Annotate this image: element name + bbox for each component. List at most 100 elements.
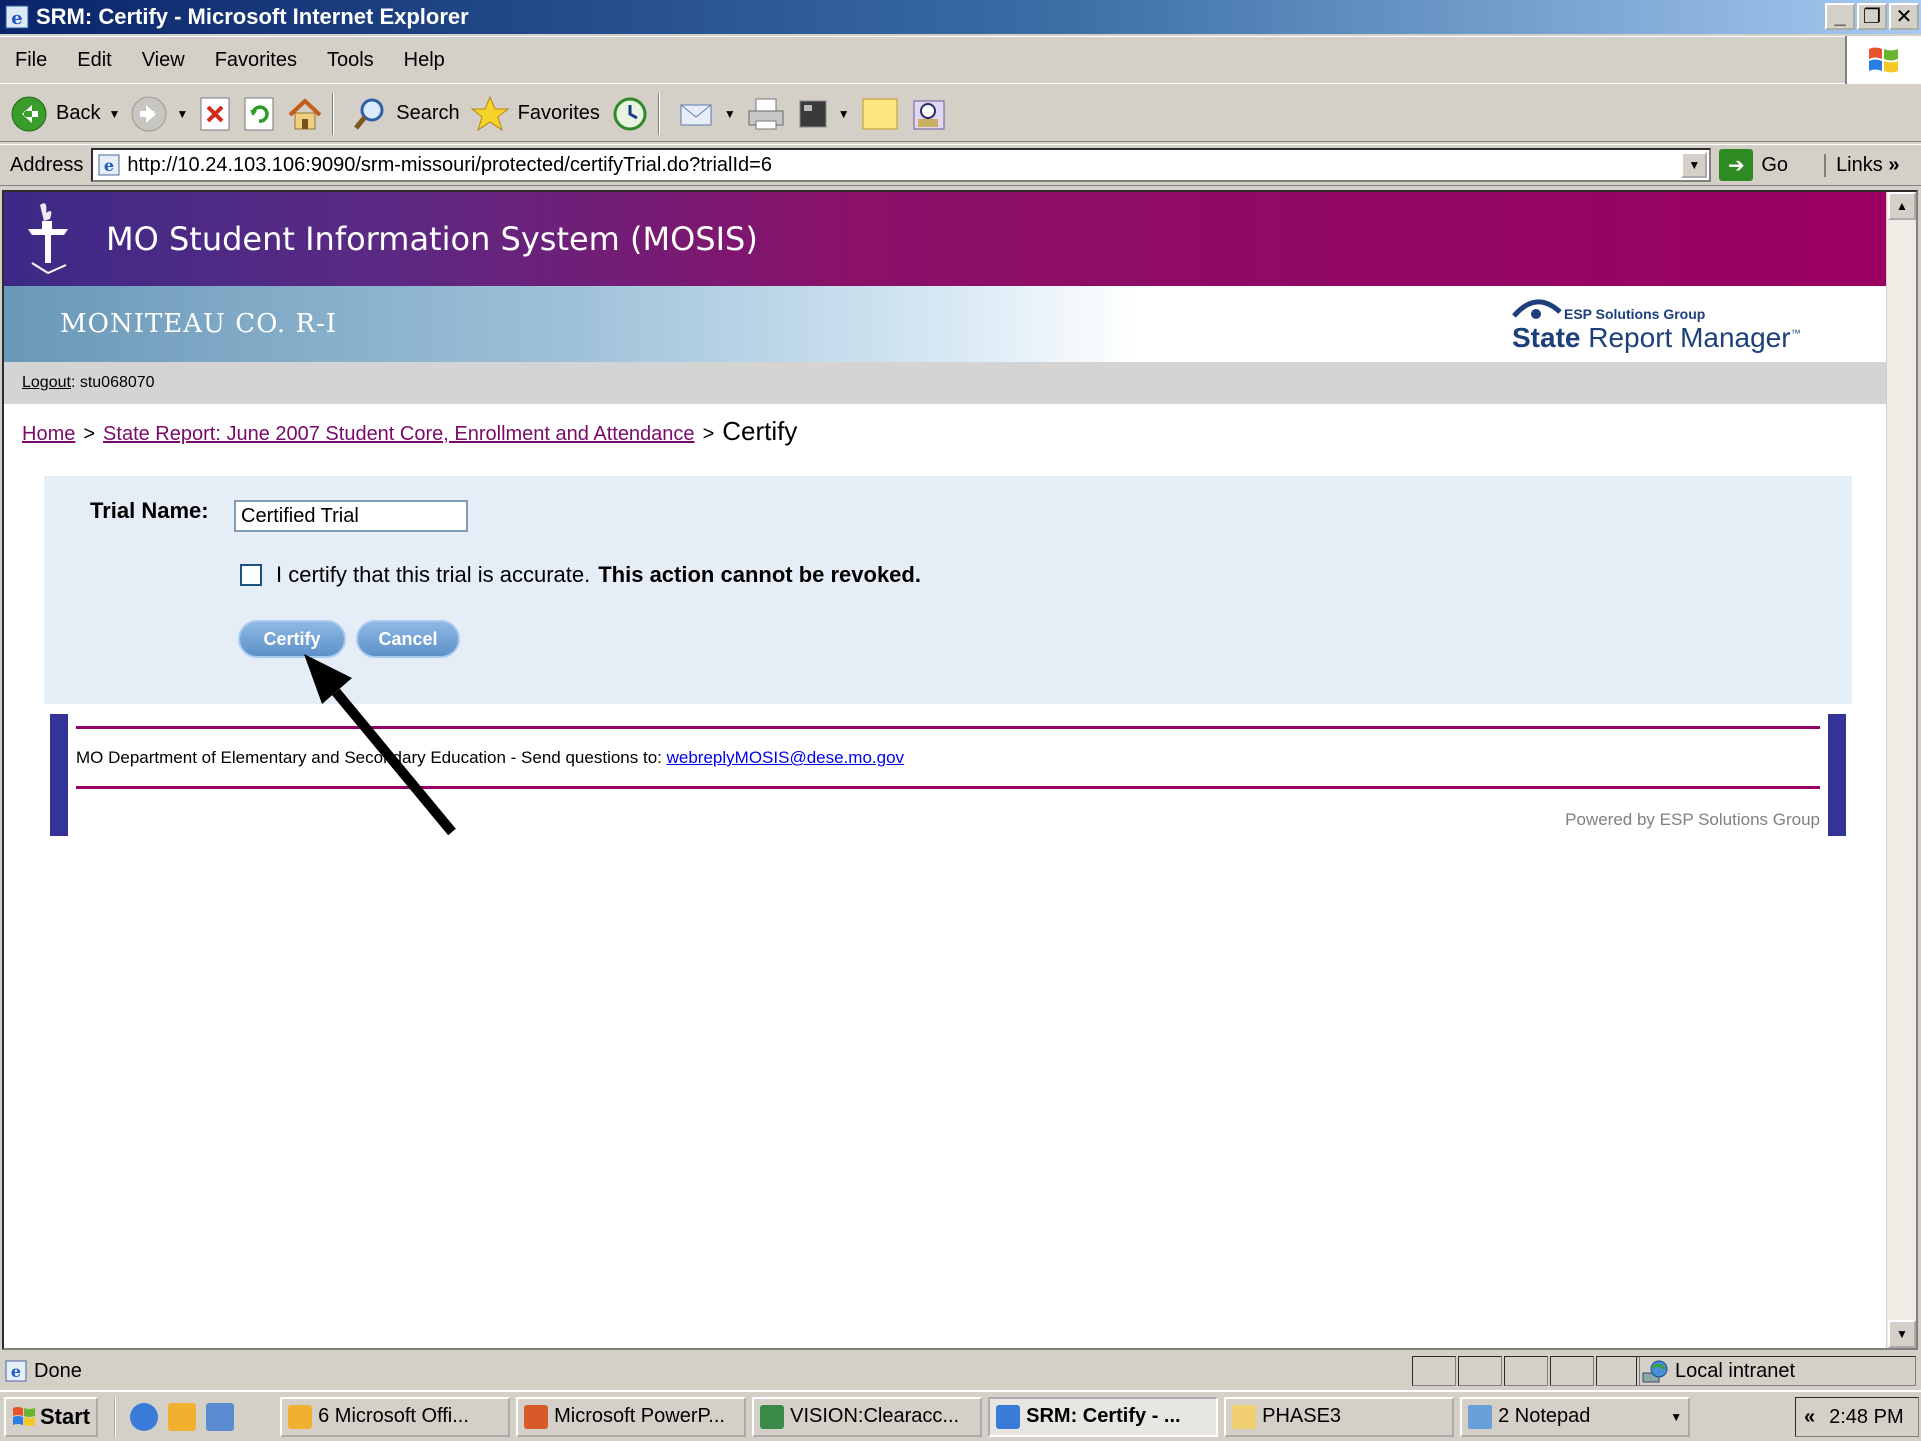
security-zone[interactable]: Local intranet xyxy=(1636,1356,1916,1386)
torch-logo-icon xyxy=(28,203,68,275)
mail-dropdown-icon[interactable]: ▼ xyxy=(724,107,736,121)
task-srm-certify[interactable]: SRM: Certify - ... xyxy=(988,1396,1219,1437)
discuss-button[interactable] xyxy=(860,89,900,139)
history-icon xyxy=(613,97,647,130)
zone-label: Local intranet xyxy=(1675,1359,1796,1382)
stop-button[interactable] xyxy=(198,89,232,139)
task-vision[interactable]: VISION:Clearacc... xyxy=(752,1396,983,1437)
forward-button[interactable]: ▼ xyxy=(130,89,188,139)
powered-by: Powered by ESP Solutions Group xyxy=(1565,810,1820,829)
footer-email-link[interactable]: webreplyMOSIS@dese.mo.gov xyxy=(667,748,904,767)
ie-task-icon xyxy=(996,1404,1021,1429)
notepad-task-icon xyxy=(1468,1404,1493,1429)
status-pane xyxy=(1550,1356,1594,1386)
home-icon xyxy=(288,97,322,129)
username: : stu068070 xyxy=(70,374,155,391)
address-dropdown-icon[interactable]: ▼ xyxy=(1681,152,1708,178)
ie-quicklaunch-icon[interactable] xyxy=(130,1402,159,1431)
logo-srm-text: State Report Manager™ xyxy=(1512,322,1801,354)
forward-arrow-icon xyxy=(131,96,167,131)
edit-dropdown-icon[interactable]: ▼ xyxy=(838,107,850,121)
task-phase3[interactable]: PHASE3 xyxy=(1224,1396,1455,1437)
system-tray: « 2:48 PM xyxy=(1795,1397,1919,1437)
start-label: Start xyxy=(40,1403,91,1429)
page-footer: MO Department of Elementary and Secondar… xyxy=(50,714,1846,836)
task-label: SRM: Certify - ... xyxy=(1026,1405,1181,1427)
intranet-globe-icon xyxy=(1642,1360,1668,1383)
task-powerpoint[interactable]: Microsoft PowerP... xyxy=(516,1396,747,1437)
note-icon xyxy=(862,98,898,129)
trial-name-label: Trial Name: xyxy=(90,498,209,523)
certify-checkbox[interactable] xyxy=(240,564,262,586)
refresh-button[interactable] xyxy=(242,89,276,139)
menu-favorites[interactable]: Favorites xyxy=(200,49,312,72)
browser-toolbar: Back ▼ ▼ Search Favorites ▼ ▼ xyxy=(0,86,1921,142)
back-dropdown-icon[interactable]: ▼ xyxy=(108,107,120,121)
window-title-bar[interactable]: e SRM: Certify - Microsoft Internet Expl… xyxy=(0,0,1921,34)
scroll-up-icon[interactable]: ▲ xyxy=(1888,192,1916,220)
back-arrow-icon xyxy=(11,96,47,131)
breadcrumb-state-report[interactable]: State Report: June 2007 Student Core, En… xyxy=(103,423,695,446)
cancel-button[interactable]: Cancel xyxy=(356,620,460,658)
logo-report-manager: Report Manager xyxy=(1588,322,1791,353)
back-button[interactable]: Back ▼ xyxy=(10,89,120,139)
favorites-button[interactable]: Favorites xyxy=(470,89,600,139)
status-pane xyxy=(1504,1356,1548,1386)
svg-text:e: e xyxy=(104,156,114,175)
breadcrumb-separator: > xyxy=(83,423,96,445)
task-microsoft-office[interactable]: 6 Microsoft Offi... xyxy=(280,1396,511,1437)
address-input[interactable]: e http://10.24.103.106:9090/srm-missouri… xyxy=(91,148,1712,182)
research-button[interactable] xyxy=(910,89,948,139)
window-title: SRM: Certify - Microsoft Internet Explor… xyxy=(36,4,469,29)
mosis-banner: MO Student Information System (MOSIS) xyxy=(4,192,1888,286)
windows-flag-icon xyxy=(1869,47,1898,73)
refresh-icon xyxy=(244,97,274,130)
close-button[interactable]: ✕ xyxy=(1889,3,1919,30)
task-label: PHASE3 xyxy=(1262,1405,1342,1427)
breadcrumb: Home > State Report: June 2007 Student C… xyxy=(22,416,797,447)
footer-rule-bottom xyxy=(76,786,1820,789)
restore-button[interactable]: ❐ xyxy=(1857,3,1887,30)
tray-expand-icon[interactable]: « xyxy=(1804,1406,1815,1429)
vertical-scrollbar[interactable]: ▲ ▼ xyxy=(1886,192,1916,1348)
outlook-quicklaunch-icon[interactable] xyxy=(206,1402,235,1431)
breadcrumb-home[interactable]: Home xyxy=(22,423,75,446)
links-label: Links xyxy=(1836,153,1883,176)
certify-button[interactable]: Certify xyxy=(238,620,346,658)
go-button[interactable]: ➔ Go xyxy=(1719,149,1788,181)
task-label: VISION:Clearacc... xyxy=(790,1405,960,1427)
menu-file[interactable]: File xyxy=(0,49,62,72)
address-label: Address xyxy=(10,153,84,176)
favorites-label: Favorites xyxy=(517,102,600,124)
esp-swoosh-icon xyxy=(1512,299,1562,319)
minimize-button[interactable]: _ xyxy=(1825,3,1855,30)
logo-trademark: ™ xyxy=(1790,328,1801,340)
edit-button[interactable]: ▼ xyxy=(796,89,850,139)
forward-dropdown-icon[interactable]: ▼ xyxy=(176,107,188,121)
user-bar: Logout: stu068070 xyxy=(4,362,1888,404)
screen: e SRM: Certify - Microsoft Internet Expl… xyxy=(0,0,1921,1441)
go-label: Go xyxy=(1761,153,1789,176)
mail-button[interactable]: ▼ xyxy=(678,89,736,139)
footer-info-text: MO Department of Elementary and Secondar… xyxy=(76,748,662,767)
trial-name-input[interactable]: Certified Trial xyxy=(234,500,468,532)
status-panes xyxy=(1412,1356,1642,1386)
clock-quicklaunch-icon[interactable] xyxy=(168,1402,197,1431)
home-button[interactable] xyxy=(286,89,324,139)
print-button[interactable] xyxy=(746,89,786,139)
star-icon xyxy=(470,95,510,131)
system-title: MO Student Information System (MOSIS) xyxy=(106,220,758,258)
start-button[interactable]: Start xyxy=(4,1396,99,1437)
menu-help[interactable]: Help xyxy=(389,49,460,72)
menu-view[interactable]: View xyxy=(127,49,200,72)
task-notepad[interactable]: 2 Notepad ▼ xyxy=(1460,1396,1691,1437)
menu-tools[interactable]: Tools xyxy=(312,49,389,72)
status-text: Done xyxy=(34,1359,82,1382)
search-button[interactable]: Search xyxy=(352,89,460,139)
menu-edit[interactable]: Edit xyxy=(62,49,126,72)
search-label: Search xyxy=(396,102,460,124)
scroll-down-icon[interactable]: ▼ xyxy=(1888,1320,1916,1348)
links-button[interactable]: Links » xyxy=(1824,153,1899,177)
logout-link[interactable]: Logout xyxy=(22,374,71,392)
history-button[interactable] xyxy=(610,89,650,139)
